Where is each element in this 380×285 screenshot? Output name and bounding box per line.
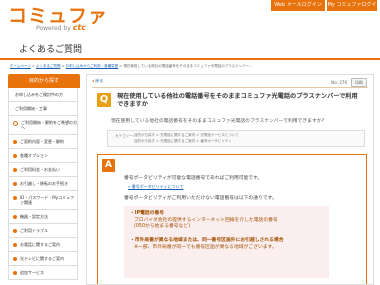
dot-bullet-icon [13, 270, 17, 275]
note-text: ※一部、市外局番が同一でも番号区画が異なる地域がございます。 [134, 245, 277, 250]
answer-text: 番号ポータビリティがご利用いただけない電話番号は以下の通りです。 [124, 196, 277, 201]
number-portability-link[interactable]: » 番号ポータビリティについて [128, 184, 183, 190]
sidebar-item-options[interactable]: 各種オプション [8, 149, 78, 163]
page-title: よくあるご質問 [19, 45, 83, 55]
dot-bullet-icon [13, 214, 17, 219]
dot-bullet-icon [13, 228, 17, 233]
webmail-login-tab[interactable]: Web メールログイン [271, 0, 325, 11]
sidebar-item-billing[interactable]: ご利用料金・お支払い [8, 163, 78, 177]
note-heading: ・市外局番が異なる地域または、同一番号区画外にお引越しされる場合 [130, 238, 284, 243]
category-path[interactable]: 目的から探す > 光電話に関するご案内 > 番号ポータビリティ [134, 139, 232, 144]
sidebar-item-contract[interactable]: ご契約内容・変更・解約 [8, 135, 78, 149]
logo-tagline-prefix: Powered by [36, 25, 71, 32]
dot-bullet-icon [13, 195, 17, 200]
sidebar-item-start-install[interactable]: ご利用開始・工事 [8, 102, 78, 116]
faq-number: No: 276 [331, 80, 347, 85]
dot-bullet-icon [13, 139, 17, 144]
content-divider [92, 87, 368, 88]
sidebar-item-start-cancel[interactable]: ご利用開始・解約をご希望の方へ [8, 116, 78, 135]
breadcrumb-current: 現在使用している他社の電話番号をそのままコミュファ光電話のプラスナンバー... [123, 64, 253, 68]
back-link[interactable]: ◂ 戻る [92, 78, 103, 84]
sidebar-item-moving[interactable]: お引越し・移転のお手続き [8, 177, 78, 191]
logo[interactable]: コミュファ [8, 6, 108, 26]
sidebar-item-phone[interactable]: お電話に関するご案内 [8, 238, 78, 252]
question-icon: Q [97, 93, 111, 107]
breadcrumb-category[interactable]: お申し込みからご利用・各種変更 [66, 64, 119, 68]
sidebar-item-additional[interactable]: 追加サービス [8, 266, 78, 280]
dot-bullet-icon [13, 256, 17, 261]
print-button[interactable]: 印刷 [351, 78, 367, 87]
back-label: 戻る [95, 78, 104, 83]
question-body: 現在使用している他社の電話番号をそのままコミュファ光電話のプラスナンバーで利用で… [111, 119, 325, 124]
sidebar-item-considering[interactable]: お申し込みをご検討中の方 [8, 88, 78, 102]
sidebar-item-id-password[interactable]: ID・パスワード・Myコミュファ関連 [8, 191, 78, 210]
dot-bullet-icon [13, 181, 17, 186]
category-path[interactable]: 目的から探す > 光電話に関するご案内 > 光電話サービスについて [134, 133, 239, 138]
answer-panel: A 番号ポータビリティが可能な電話番号であればご利用可能です。 » 番号ポータビ… [97, 154, 367, 284]
category-label: カテゴリー: [115, 134, 134, 138]
breadcrumb: ホームページ > よくあるご質問 > お申し込みからご利用・各種変更 > 現在使… [10, 64, 253, 68]
exclusion-note-box: ・IP電話の番号 プロバイダ会社の提供するインターネット回線を介した電話の番号 … [124, 206, 329, 278]
circle-bullet-icon [13, 120, 18, 126]
sidebar-item-tv[interactable]: 光テレビに関するご案内 [8, 252, 78, 266]
breadcrumb-home[interactable]: ホームページ [10, 64, 31, 68]
note-text: (050から始まる番号など) [134, 224, 191, 229]
title-divider [0, 58, 380, 60]
sidebar-heading: 目的から探す [8, 74, 80, 88]
dot-bullet-icon [13, 242, 17, 247]
breadcrumb-faq[interactable]: よくあるご質問 [36, 64, 61, 68]
category-box: カテゴリー: 目的から探す > 光電話に関するご案内 > 光電話サービスについて… [107, 130, 365, 147]
note-heading: ・IP電話の番号 [130, 211, 165, 216]
dot-bullet-icon [13, 153, 17, 158]
sidebar: 目的から探す お申し込みをご検討中の方 ご利用開始・工事 ご利用開始・解約をご希… [8, 74, 80, 280]
sidebar-item-devices[interactable]: 機器・設定方法 [8, 210, 78, 224]
dot-bullet-icon [13, 167, 17, 172]
chevron-left-icon: ◂ [92, 78, 95, 83]
my-commufa-login-tab[interactable]: My コミュファログイン [327, 0, 377, 19]
answer-text: 番号ポータビリティが可能な電話番号であればご利用可能です。 [124, 176, 263, 181]
answer-icon: A [102, 159, 115, 172]
sidebar-item-trouble[interactable]: ご利用トラブル [8, 224, 78, 238]
logo-tagline: Powered by ctc [36, 24, 86, 33]
meta-row: No: 276 印刷 [331, 78, 367, 87]
logo-brand: ctc [72, 23, 87, 32]
question-title: 現在使用している他社の電話番号をそのままコミュファ光電話のプラスナンバーで利用で… [117, 93, 358, 108]
faq-content: ◂ 戻る No: 276 印刷 Q 現在使用している他社の電話番号をそのままコミ… [86, 74, 374, 285]
